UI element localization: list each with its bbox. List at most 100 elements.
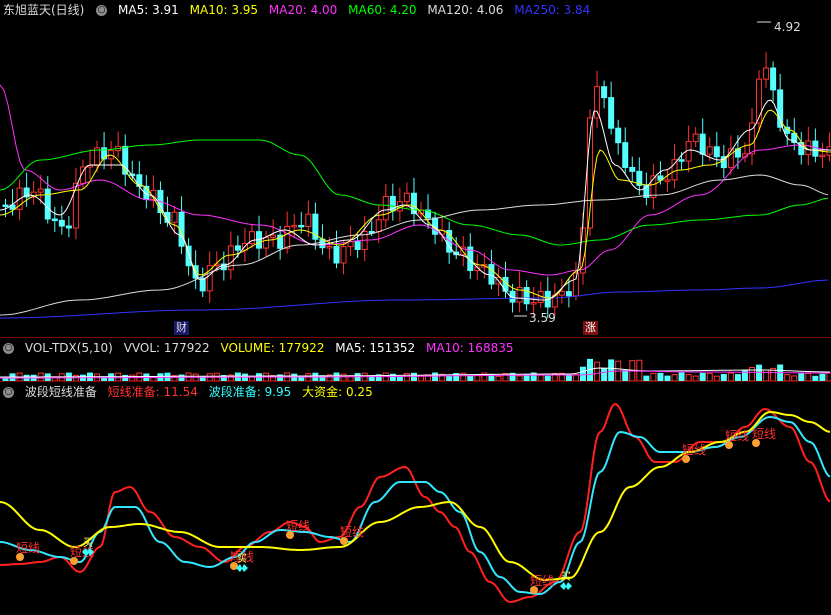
volume-title: VOL-TDX(5,10) (24, 341, 113, 355)
ma120-label: MA120: 4.06 (427, 3, 504, 17)
candle-body (326, 245, 333, 249)
candle-body (298, 224, 305, 228)
volume-panel[interactable]: ○ VOL-TDX(5,10) VVOL: 177922 VOLUME: 177… (0, 337, 831, 382)
candle-body (558, 291, 565, 296)
volume-label: VOLUME: 177922 (220, 341, 325, 355)
candle-body (812, 140, 819, 157)
ma20-label: MA20: 4.00 (268, 3, 338, 17)
short-ready-label: 短线准备: 11.54 (107, 385, 198, 399)
candle-body (671, 159, 678, 181)
candle-body (594, 86, 601, 119)
candle-body (664, 179, 671, 182)
ma250-line (0, 279, 829, 319)
buy-signal-label: 买 (561, 571, 571, 583)
settings-circle-icon[interactable]: ○ (3, 387, 14, 398)
band-indicator-panel[interactable]: ○ 波段短线准备 短线准备: 11.54 波段准备: 9.95 大资金: 0.2… (0, 381, 831, 615)
volume-bar (763, 369, 770, 382)
candle-body (678, 159, 685, 162)
candle-body (333, 245, 340, 264)
candle-body (305, 213, 312, 228)
short-signal-label: 短线 (725, 429, 749, 443)
low-price-label: 3.59 (529, 311, 556, 325)
candle-body (270, 234, 277, 239)
volume-bar (432, 372, 439, 382)
candle-body (622, 142, 629, 168)
candle-body (523, 287, 530, 305)
candle-body (629, 166, 636, 172)
volume-bar (340, 373, 347, 382)
short-signal-label: 短线 (752, 427, 776, 441)
candle-body (58, 219, 65, 227)
candle-body (601, 86, 608, 99)
short-signal-label: 短线 (286, 519, 310, 533)
candle-body (37, 188, 44, 193)
candle-body (713, 146, 720, 158)
candlestick-chart[interactable] (0, 0, 831, 337)
candle-body (375, 219, 382, 233)
candle-body (382, 195, 389, 221)
candle-body (354, 241, 361, 250)
ma5-label: MA5: 3.91 (118, 3, 179, 17)
candle-body (819, 154, 826, 158)
volume-bar (594, 361, 601, 382)
hand-pointer-icon (16, 553, 24, 561)
volume-bar (601, 368, 608, 382)
hand-pointer-icon (752, 439, 760, 447)
candle-body (692, 133, 699, 143)
volume-bar (826, 372, 831, 382)
vol-ma5-label: MA5: 151352 (335, 341, 416, 355)
candle-body (44, 188, 51, 220)
short-ready-line (0, 403, 831, 604)
volume-bar (699, 372, 706, 382)
candle-body (706, 146, 713, 155)
big-money-label: 大资金: 0.25 (302, 385, 373, 399)
volume-bar (403, 373, 410, 382)
event-marker-zhang[interactable]: 涨 (583, 321, 598, 335)
candle-body (572, 272, 579, 297)
band-lines-chart[interactable]: 短线短线短线短线短线短线短线短线短线买买买 (0, 382, 831, 615)
candle-body (530, 302, 537, 305)
candle-body (770, 67, 777, 91)
butterfly-icon (560, 582, 572, 590)
candle-body (171, 211, 178, 223)
high-price-label: 4.92 (774, 20, 801, 34)
short-signal-label: 短线 (340, 525, 364, 539)
volume-bar (798, 372, 805, 382)
candle-body (579, 227, 586, 274)
short-signal-label: 短线 (16, 541, 40, 555)
volume-bar (819, 373, 826, 382)
volume-bar (805, 372, 812, 382)
price-chart-panel[interactable]: 东旭蓝天(日线) ○ MA5: 3.91 MA10: 3.95 MA20: 4.… (0, 0, 831, 337)
volume-bar (608, 359, 615, 382)
band-ready-label: 波段准备: 9.95 (208, 385, 292, 399)
buy-signal-label: 买 (83, 537, 93, 549)
hand-pointer-icon (682, 455, 690, 463)
candle-body (403, 192, 410, 203)
candle-body (263, 237, 270, 249)
candle-body (565, 291, 572, 297)
volume-bar (706, 372, 713, 382)
volume-bar (678, 372, 685, 382)
settings-circle-icon[interactable]: ○ (96, 5, 108, 16)
ma60-label: MA60: 4.20 (348, 3, 417, 17)
candle-body (65, 225, 72, 229)
ma250-label: MA250: 3.84 (514, 3, 591, 17)
candle-body (699, 133, 706, 155)
settings-circle-icon[interactable]: ○ (3, 343, 14, 354)
event-marker-cai[interactable]: 财 (174, 321, 189, 335)
candle-body (488, 264, 495, 285)
price-legend: 东旭蓝天(日线) ○ MA5: 3.91 MA10: 3.95 MA20: 4.… (0, 0, 597, 20)
vol-ma10-label: MA10: 168835 (425, 341, 514, 355)
candle-body (234, 245, 241, 251)
volume-bar (291, 373, 298, 382)
short-signal-label: 短线 (682, 443, 706, 457)
volume-bar (650, 372, 657, 382)
short-signal-label: 短线 (530, 574, 554, 588)
band-legend: ○ 波段短线准备 短线准备: 11.54 波段准备: 9.95 大资金: 0.2… (0, 382, 380, 402)
hand-pointer-icon (725, 441, 733, 449)
hand-pointer-icon (340, 537, 348, 545)
buy-signal-label: 买 (237, 553, 247, 565)
volume-bar (622, 370, 629, 382)
candle-body (319, 238, 326, 249)
band-title: 波段短线准备 (24, 385, 97, 399)
